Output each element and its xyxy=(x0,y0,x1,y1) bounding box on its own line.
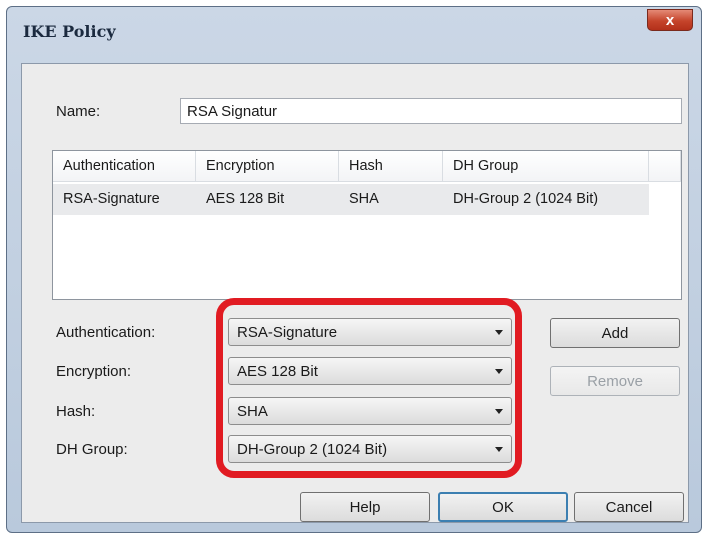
encryption-label: Encryption: xyxy=(56,363,132,380)
ike-policy-dialog: IKE Policy x Name: RSA Signatur Authenti… xyxy=(6,6,702,533)
table-cell: AES 128 Bit xyxy=(196,184,339,215)
name-input[interactable]: RSA Signatur xyxy=(180,98,682,124)
highlight-annotation xyxy=(216,298,522,478)
column-header-filler xyxy=(649,151,681,182)
cancel-button[interactable]: Cancel xyxy=(574,492,684,522)
ok-button[interactable]: OK xyxy=(438,492,568,522)
dialog-body: Name: RSA Signatur Authentication Encryp… xyxy=(21,63,689,523)
column-header-dh-group[interactable]: DH Group xyxy=(443,151,649,182)
table-cell: DH-Group 2 (1024 Bit) xyxy=(443,184,649,215)
list-header: Authentication Encryption Hash DH Group xyxy=(53,151,681,182)
name-label: Name: xyxy=(56,103,101,120)
policy-list[interactable]: Authentication Encryption Hash DH Group … xyxy=(52,150,682,300)
table-cell: RSA-Signature xyxy=(53,184,196,215)
column-header-hash[interactable]: Hash xyxy=(339,151,443,182)
window-title: IKE Policy xyxy=(23,22,116,41)
hash-label: Hash: xyxy=(56,403,96,420)
add-button[interactable]: Add xyxy=(550,318,680,348)
column-header-authentication[interactable]: Authentication xyxy=(53,151,196,182)
authentication-label: Authentication: xyxy=(56,324,156,341)
close-button[interactable]: x xyxy=(647,9,693,31)
table-cell: SHA xyxy=(339,184,443,215)
table-row[interactable]: RSA-Signature AES 128 Bit SHA DH-Group 2… xyxy=(53,184,649,215)
help-button[interactable]: Help xyxy=(300,492,430,522)
dh-group-label: DH Group: xyxy=(56,441,128,458)
close-icon: x xyxy=(665,11,675,29)
remove-button[interactable]: Remove xyxy=(550,366,680,396)
column-header-encryption[interactable]: Encryption xyxy=(196,151,339,182)
